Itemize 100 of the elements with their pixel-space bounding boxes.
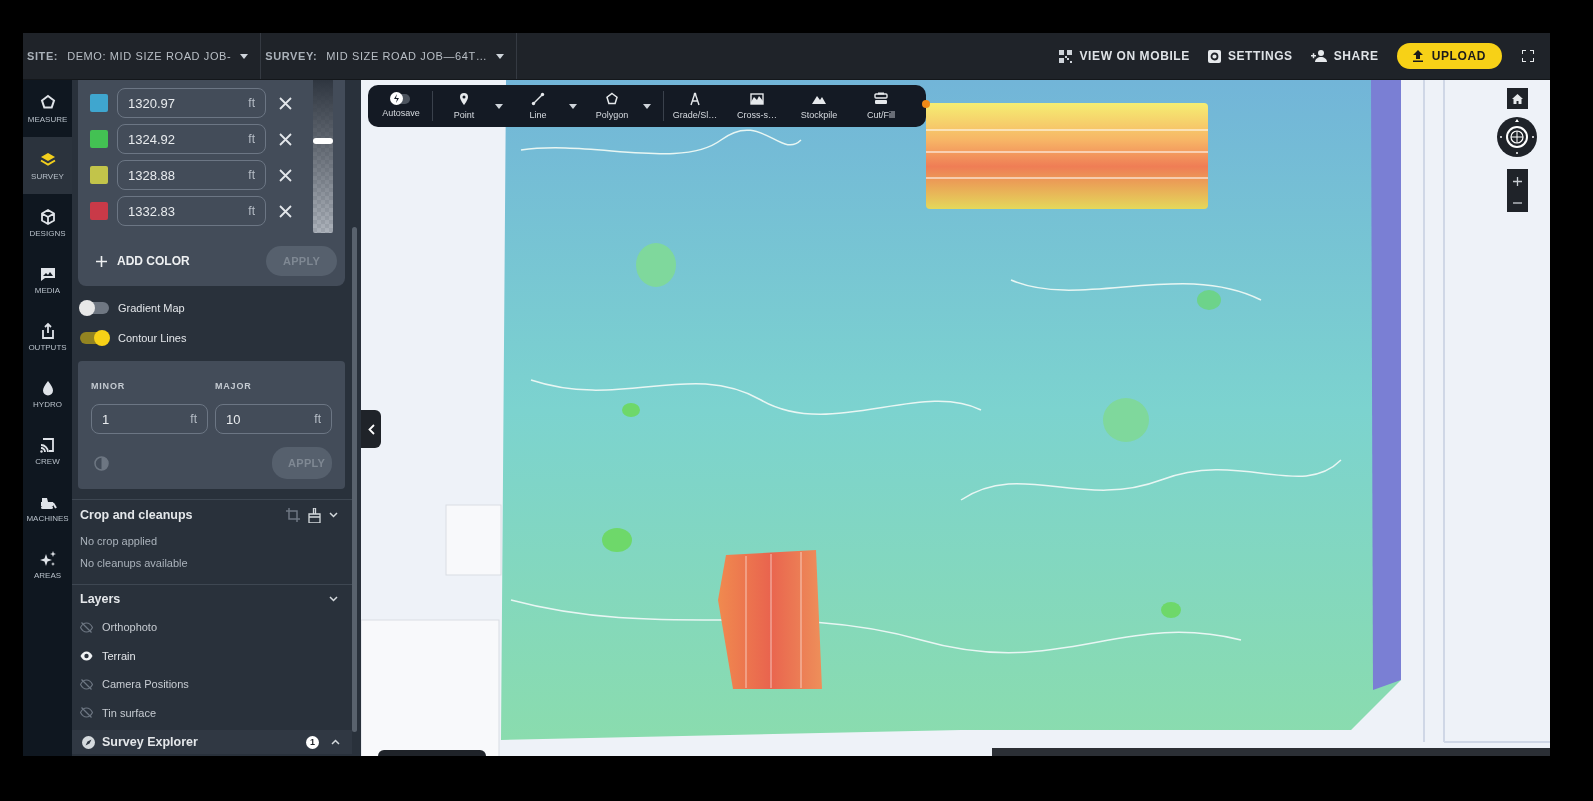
caret-icon[interactable]	[495, 103, 503, 109]
interval-field[interactable]: 1 ft	[91, 404, 208, 434]
tool-button[interactable]: Stockpile	[792, 92, 846, 120]
elevation-field[interactable]: 1320.97 ft	[117, 88, 266, 118]
color-swatch[interactable]	[90, 166, 108, 184]
nav-item[interactable]: CREW	[23, 422, 72, 479]
chevron-up-icon[interactable]	[331, 739, 340, 745]
zoom-in-icon[interactable]	[1513, 177, 1522, 186]
elevation-value: 1332.83	[128, 203, 175, 219]
unit-label: ft	[248, 204, 255, 218]
add-color-button[interactable]: ADD COLOR	[96, 254, 190, 268]
upload-icon	[1412, 50, 1423, 62]
collapse-panel-button[interactable]	[361, 410, 381, 448]
count-badge: 1	[306, 735, 319, 749]
settings-button[interactable]: SETTINGS	[1207, 49, 1293, 63]
tool-button[interactable]: Point	[437, 92, 491, 120]
unit-label: ft	[314, 412, 321, 426]
crop-icon[interactable]	[286, 508, 300, 522]
nav-item[interactable]: SURVEY	[23, 137, 72, 194]
slider-thumb[interactable]	[313, 138, 333, 145]
elevation-field[interactable]: 1324.92 ft	[117, 124, 266, 154]
layer-item[interactable]: Terrain	[80, 641, 352, 670]
timeline-tab[interactable]	[378, 750, 486, 756]
close-icon[interactable]	[279, 96, 292, 110]
nav-item[interactable]: MACHINES	[23, 479, 72, 536]
nav-item[interactable]: HYDRO	[23, 365, 72, 422]
pentagon-icon	[605, 92, 619, 106]
status-dot	[922, 100, 930, 108]
unit-label: ft	[248, 96, 255, 110]
color-swatch[interactable]	[90, 94, 108, 112]
terrain-mound	[1161, 602, 1181, 618]
unit-label: ft	[248, 132, 255, 146]
terrain-mound	[1197, 290, 1221, 310]
elevation-value: 1328.88	[128, 167, 175, 183]
fullscreen-icon[interactable]	[1522, 50, 1534, 62]
nav-item[interactable]: DESIGNS	[23, 194, 72, 251]
tool-button[interactable]: Line	[511, 92, 565, 120]
color-swatch[interactable]	[90, 202, 108, 220]
interval-value: 10	[226, 411, 241, 427]
scrollbar[interactable]	[352, 227, 357, 732]
nav-item[interactable]: MEASURE	[23, 80, 72, 137]
pin-icon	[457, 92, 471, 106]
layer-item[interactable]: Orthophoto	[80, 613, 352, 642]
close-icon[interactable]	[279, 168, 292, 182]
interval-value: 1	[102, 411, 110, 427]
building-footprint	[445, 504, 502, 576]
tool-button[interactable]: Cross-s…	[730, 92, 784, 120]
elevation-field[interactable]: 1328.88 ft	[117, 160, 266, 190]
autosave-toggle[interactable]: Autosave	[374, 94, 428, 118]
cast-icon	[38, 435, 57, 454]
interval-field[interactable]: 10 ft	[215, 404, 332, 434]
settings-icon	[1207, 49, 1221, 63]
pentagon-icon	[38, 93, 57, 112]
survey-explorer-bar[interactable]: Survey Explorer 1	[72, 730, 352, 754]
layer-item[interactable]: Camera Positions	[80, 670, 352, 699]
unit-label: ft	[248, 168, 255, 182]
compass-drafting-icon	[688, 92, 702, 106]
view-on-mobile-button[interactable]: VIEW ON MOBILE	[1059, 49, 1190, 63]
elevation-value: 1324.92	[128, 131, 175, 147]
globe-compass-icon[interactable]	[1497, 117, 1537, 157]
site-selector[interactable]: SITE: DEMO: MID SIZE ROAD JOB-	[23, 33, 262, 79]
add-person-icon	[1310, 50, 1327, 62]
broom-icon[interactable]	[308, 507, 321, 523]
nav-item[interactable]: MEDIA	[23, 251, 72, 308]
section-title: Layers	[80, 592, 121, 606]
upload-button[interactable]: UPLOAD	[1396, 43, 1502, 69]
toggle-switch[interactable]	[80, 302, 109, 314]
terrain-mound	[622, 403, 640, 417]
chevron-down-icon[interactable]	[329, 512, 338, 518]
caret-icon	[240, 53, 249, 59]
home-icon	[1512, 93, 1523, 104]
caret-icon[interactable]	[643, 103, 651, 109]
survey-selector[interactable]: SURVEY: MID SIZE ROAD JOB—64T…	[261, 33, 518, 79]
tool-button[interactable]: Cut/Fill	[854, 92, 908, 120]
tool-button[interactable]: Polygon	[585, 92, 639, 120]
share-button[interactable]: SHARE	[1310, 49, 1379, 63]
qr-code-icon	[1059, 49, 1073, 63]
home-button[interactable]	[1507, 88, 1528, 109]
tool-button[interactable]: Grade/Sl…	[668, 92, 722, 120]
status-text: No cleanups available	[80, 556, 189, 571]
section-title: Survey Explorer	[102, 735, 198, 749]
nav-item[interactable]: OUTPUTS	[23, 308, 72, 365]
caret-icon[interactable]	[569, 103, 577, 109]
chevron-down-icon[interactable]	[329, 596, 338, 602]
color-swatch[interactable]	[90, 130, 108, 148]
compass-icon	[82, 735, 95, 749]
site-label: SITE:	[27, 50, 59, 62]
chevron-left-icon	[367, 423, 375, 435]
opacity-slider[interactable]	[313, 80, 333, 233]
elevation-field[interactable]: 1332.83 ft	[117, 196, 266, 226]
interval-label: MINOR	[91, 381, 126, 391]
toggle-switch[interactable]	[80, 332, 109, 344]
elevation-value: 1320.97	[128, 95, 175, 111]
terrain-mound	[636, 243, 676, 287]
close-icon[interactable]	[279, 204, 292, 218]
toggle-label: Gradient Map	[118, 302, 185, 314]
nav-item[interactable]: AREAS	[23, 536, 72, 593]
layer-item[interactable]: Tin surface	[80, 698, 352, 727]
close-icon[interactable]	[279, 132, 292, 146]
cut-fill-icon	[874, 92, 888, 106]
